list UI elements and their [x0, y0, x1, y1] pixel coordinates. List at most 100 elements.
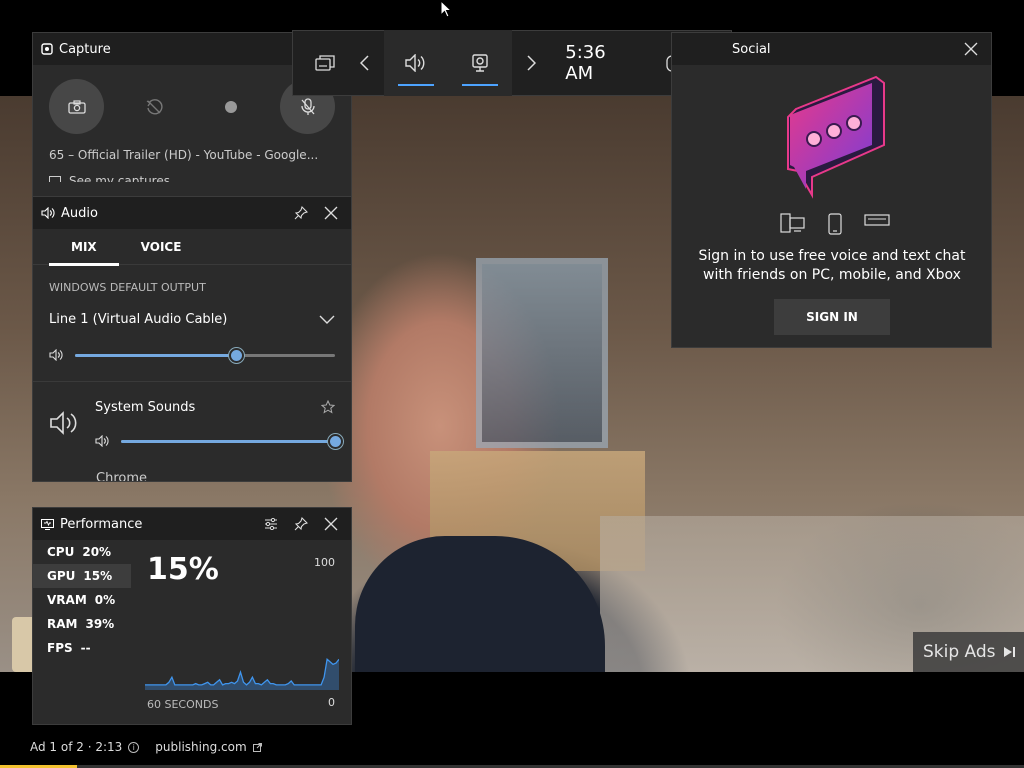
metric-cpu[interactable]: CPU 20%	[33, 540, 131, 564]
metric-label: FPS	[47, 641, 73, 655]
audio-close-button[interactable]	[319, 201, 343, 225]
widget-menu-icon	[315, 55, 335, 71]
social-message: Sign in to use free voice and text chat …	[698, 248, 966, 283]
xbox-console-icon	[864, 214, 890, 226]
see-captures-link[interactable]: See my captures	[33, 162, 351, 182]
metric-label: RAM	[47, 617, 78, 631]
monitor-icon	[41, 518, 54, 530]
chevron-down-icon	[319, 315, 335, 324]
gallery-icon	[49, 176, 61, 182]
app-volume-slider-row	[95, 415, 343, 449]
record-last-button[interactable]	[126, 79, 181, 134]
master-volume-row	[33, 327, 351, 363]
next-button[interactable]	[512, 30, 551, 96]
social-close-button[interactable]	[959, 37, 983, 61]
master-volume-fill	[75, 353, 237, 357]
speaker-icon	[41, 207, 55, 219]
chevron-right-icon	[527, 55, 537, 71]
platform-icons	[780, 213, 890, 235]
metric-value: 20%	[82, 545, 112, 559]
app-name: System Sounds	[95, 400, 196, 415]
output-device-name: Line 1 (Virtual Audio Cable)	[49, 312, 228, 327]
close-icon	[324, 206, 338, 220]
system-sounds-icon	[50, 411, 77, 435]
performance-pin-button[interactable]	[289, 512, 313, 536]
start-recording-button[interactable]	[203, 79, 258, 134]
skip-ads-button[interactable]: Skip Ads	[913, 632, 1024, 672]
background-poster	[476, 258, 608, 448]
mobile-icon	[828, 213, 842, 235]
metric-ram[interactable]: RAM 39%	[33, 612, 131, 636]
app-volume-slider[interactable]	[121, 433, 343, 449]
performance-widget: Performance CPU 20% GPU 15% VRAM 0% RAM …	[32, 507, 352, 725]
audio-title: Audio	[61, 205, 98, 221]
output-device-select[interactable]: Line 1 (Virtual Audio Cable)	[33, 294, 351, 327]
previous-button[interactable]	[344, 30, 383, 96]
master-volume-slider[interactable]	[75, 347, 335, 363]
chevron-left-icon	[359, 55, 369, 71]
star-icon[interactable]	[321, 400, 335, 414]
mouse-cursor-icon	[440, 0, 452, 18]
metric-label: GPU	[47, 569, 76, 583]
capture-widget-icon	[41, 43, 53, 55]
record-last-icon	[146, 98, 163, 114]
performance-options-button[interactable]	[259, 512, 283, 536]
metric-fps[interactable]: FPS --	[33, 636, 131, 660]
speaker-icon	[405, 54, 425, 72]
app-volume-fill	[121, 439, 335, 443]
output-section-label: WINDOWS DEFAULT OUTPUT	[49, 281, 206, 294]
audio-tabs: MIX VOICE	[33, 229, 351, 266]
capture-webcam-icon	[472, 54, 488, 72]
info-icon[interactable]: i	[128, 741, 140, 753]
graph-axis-label: 60 SECONDS	[147, 698, 219, 711]
audio-header[interactable]: Audio	[33, 197, 351, 229]
app-volume-knob[interactable]	[328, 433, 343, 449]
app-name-row: System Sounds	[95, 400, 335, 415]
mic-off-icon	[300, 97, 315, 115]
external-link-icon	[252, 742, 262, 752]
ad-thumbnail[interactable]	[12, 617, 34, 672]
screenshot-button[interactable]	[49, 79, 104, 134]
capture-media-title: 65 – Official Trailer (HD) - YouTube - G…	[49, 148, 319, 162]
audio-widget-button[interactable]	[390, 30, 442, 96]
performance-close-button[interactable]	[319, 512, 343, 536]
skip-ads-label: Skip Ads	[923, 642, 996, 662]
social-title: Social	[732, 41, 771, 57]
metric-label: VRAM	[47, 593, 87, 607]
game-bar: 5:36 AM	[292, 30, 732, 96]
metric-vram[interactable]: VRAM 0%	[33, 588, 131, 612]
volume-icon	[95, 435, 109, 447]
social-widget: Social Sign in to use free voice and tex…	[671, 32, 992, 348]
record-dot-icon	[224, 100, 237, 113]
chat-bubble-icon	[787, 75, 885, 199]
screen: Skip Ads Ad 1 of 2 · 2:13 i publishing.c…	[0, 0, 1024, 768]
pinned-widgets	[383, 30, 512, 96]
metric-list: CPU 20% GPU 15% VRAM 0% RAM 39% FPS --	[33, 540, 131, 660]
sign-in-button[interactable]: SIGN IN	[774, 299, 890, 335]
metric-value: 0%	[94, 593, 116, 607]
close-icon	[964, 42, 978, 56]
next-app-name: Chrome	[96, 471, 147, 482]
pin-icon	[294, 206, 308, 220]
metric-gpu[interactable]: GPU 15%	[33, 564, 131, 588]
social-header[interactable]: Social	[672, 33, 991, 65]
widget-menu-button[interactable]	[305, 30, 344, 96]
audio-widget: Audio MIX VOICE WINDOWS DEFAULT OUTPUT L…	[32, 196, 352, 482]
metric-value: 15%	[83, 569, 113, 583]
tab-voice[interactable]: VOICE	[119, 229, 204, 265]
volume-icon	[49, 349, 63, 361]
metric-label: CPU	[47, 545, 75, 559]
ad-info-bar: Ad 1 of 2 · 2:13 i publishing.com	[30, 740, 262, 754]
see-captures-label: See my captures	[69, 174, 170, 182]
metric-value: --	[80, 641, 91, 655]
advertiser-link[interactable]: publishing.com	[155, 740, 246, 754]
performance-header[interactable]: Performance	[33, 508, 351, 540]
tab-mix[interactable]: MIX	[49, 229, 119, 266]
graph-min-label: 0	[328, 696, 335, 709]
skip-next-icon	[1003, 647, 1015, 657]
sliders-icon	[265, 518, 277, 530]
master-volume-knob[interactable]	[229, 347, 245, 363]
camera-icon	[67, 99, 86, 114]
capture-widget-button[interactable]	[454, 30, 506, 96]
audio-pin-button[interactable]	[289, 201, 313, 225]
